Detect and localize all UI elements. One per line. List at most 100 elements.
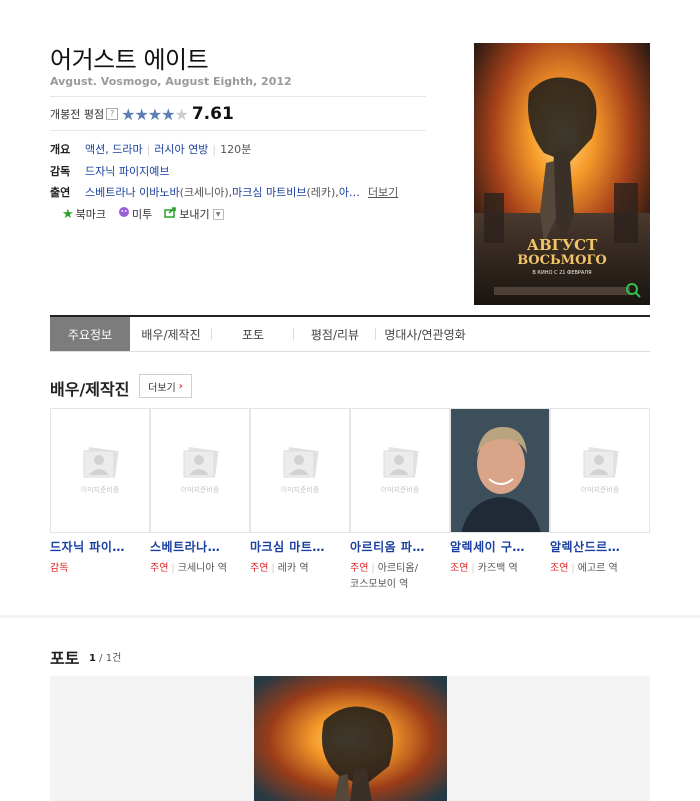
cast-name[interactable]: 알렉세이 구… <box>450 538 550 555</box>
photo-area <box>50 676 650 801</box>
role-type: 주연 <box>250 563 269 574</box>
separator: | <box>146 142 151 156</box>
poster-title-1: АВГУСТ <box>527 236 598 254</box>
cast-card[interactable]: 이미지준비중드자닉 파이… 감독 <box>50 408 150 588</box>
rating-label: 개봉전 평점 <box>50 108 105 121</box>
genre-link[interactable]: 액션, 드라마 <box>85 141 143 157</box>
share-label: 보내기 <box>179 208 210 221</box>
cast-role: 조연 | 카즈백 역 <box>450 563 518 574</box>
info-director-row: 감독 드자닉 파이지예브 <box>50 163 169 179</box>
tab-label: 포토 <box>241 327 265 342</box>
tab-quotes-related[interactable]: 명대사/연관영화 <box>376 317 474 351</box>
separator: | <box>212 142 217 156</box>
rating-stars: ★★★★★ <box>121 104 189 124</box>
bookmark-button[interactable]: ★ 북마크 <box>62 206 106 222</box>
info-cast-row: 출연 스베트라나 이바노바 (크세니아), 마크심 마트비브 (레카), 아… … <box>50 184 398 200</box>
tab-label: 주요정보 <box>67 327 113 342</box>
cast-card[interactable]: 이미지준비중 알렉산드르… 조연 | 에고르 역 <box>550 408 650 588</box>
placeholder-text: 이미지준비중 <box>380 486 420 494</box>
cast-card[interactable]: 이미지준비중스베트라나… 주연 | 크세니아 역 <box>150 408 250 588</box>
cast-name[interactable]: 알렉산드르… <box>550 538 650 555</box>
metoo-label: 미투 <box>132 208 153 221</box>
tab-reviews[interactable]: 평점/리뷰 <box>294 317 376 351</box>
section-divider <box>0 615 700 618</box>
role-type: 조연 <box>450 563 469 574</box>
cast-role: 감독 <box>50 561 150 577</box>
divider <box>50 96 426 97</box>
director-label: 감독 <box>50 165 71 178</box>
photo-thumbnail[interactable] <box>254 676 447 801</box>
tab-label: 배우/제작진 <box>141 327 201 342</box>
share-button[interactable]: 보내기 ▼ <box>164 206 224 222</box>
cast-role: 주연 | 레카 역 <box>250 563 309 574</box>
cast-card[interactable]: 알렉세이 구… 조연 | 카즈백 역 <box>450 408 550 588</box>
rating-help-icon[interactable]: ? <box>106 108 119 120</box>
star-icon: ★ <box>121 104 135 124</box>
metoo-icon <box>118 206 130 222</box>
cast-photo[interactable]: 이미지준비중 <box>550 408 650 533</box>
metoo-button[interactable]: 미투 <box>118 206 152 222</box>
chevron-down-icon[interactable]: ▼ <box>212 208 224 220</box>
director-link[interactable]: 드자닉 파이지예브 <box>85 163 169 179</box>
action-row: ★ 북마크 미투 보내기 ▼ <box>62 206 236 222</box>
role-type: 감독 <box>50 563 69 574</box>
photo-section-heading: 포토 <box>50 649 80 668</box>
placeholder-text: 이미지준비중 <box>280 486 320 494</box>
cast-link-3[interactable]: 아… <box>339 184 360 200</box>
cast-photo[interactable]: 이미지준비중 <box>250 408 350 533</box>
star-icon: ★ <box>134 104 148 124</box>
cast-name[interactable]: 아르티옴 파… <box>350 538 450 555</box>
cast-name[interactable]: 스베트라나… <box>150 538 250 555</box>
role-type: 주연 <box>350 563 369 574</box>
cast-photo[interactable]: 이미지준비중 <box>50 408 150 533</box>
tab-main-info[interactable]: 주요정보 <box>50 317 130 351</box>
overview-label: 개요 <box>50 143 71 156</box>
rating-row: 개봉전 평점 ? ★★★★★ 7.61 <box>50 104 234 124</box>
tab-label: 평점/리뷰 <box>310 327 360 342</box>
role-name-cont: 코스모보이 역 <box>350 579 409 590</box>
role-name: 아르티옴/ <box>377 563 418 574</box>
cast-link-2[interactable]: 마크심 마트비브 <box>232 184 306 200</box>
country-link[interactable]: 러시아 연방 <box>154 141 208 157</box>
divider <box>50 130 426 131</box>
photo-count-current: 1 <box>89 653 96 664</box>
bookmark-label: 북마크 <box>75 208 107 221</box>
star-icon: ★ <box>147 104 162 124</box>
cast-section-heading: 배우/제작진 <box>50 380 130 399</box>
photo-count: 1 / 1건 <box>89 649 121 664</box>
cast-name[interactable]: 마크심 마트… <box>250 538 350 555</box>
chevron-right-icon: › <box>178 380 183 392</box>
cast-label: 출연 <box>50 186 71 199</box>
cast-role-1: (크세니아), <box>179 186 233 199</box>
movie-poster[interactable]: АВГУСТ ВОСЬМОГО В КИНО С 21 ФЕВРАЛЯ <box>474 43 650 305</box>
cast-more-link[interactable]: 더보기 <box>368 184 398 200</box>
movie-title: 어거스트 에이트 <box>50 46 209 74</box>
cast-photo[interactable]: 이미지준비중 <box>150 408 250 533</box>
tab-label: 명대사/연관영화 <box>384 327 466 342</box>
role-name: 에고르 역 <box>577 563 618 574</box>
cast-photo[interactable] <box>450 408 550 533</box>
star-icon: ★ <box>174 104 188 124</box>
star-icon: ★ <box>161 104 175 124</box>
rating-score: 7.61 <box>191 104 234 124</box>
poster-release: В КИНО С 21 ФЕВРАЛЯ <box>532 270 591 276</box>
cast-card[interactable]: 이미지준비중마크심 마트… 주연 | 레카 역 <box>250 408 350 588</box>
movie-original-title: Avgust. Vosmogo, August Eighth, 2012 <box>50 75 292 88</box>
role-name: 카즈백 역 <box>477 563 518 574</box>
cast-card[interactable]: 이미지준비중아르티옴 파… 주연 | 아르티옴/코스모보이 역 <box>350 408 450 590</box>
cast-link-1[interactable]: 스베트라나 이바노바 <box>85 184 180 200</box>
role-name: 레카 역 <box>277 563 309 574</box>
cast-photo[interactable]: 이미지준비중 <box>350 408 450 533</box>
placeholder-text: 이미지준비중 <box>180 486 220 494</box>
tab-cast[interactable]: 배우/제작진 <box>130 317 212 351</box>
tab-photo[interactable]: 포토 <box>212 317 294 351</box>
cast-name[interactable]: 드자닉 파이… <box>50 538 150 555</box>
cast-role-2: (레카), <box>306 186 339 199</box>
photo-count-total: / 1건 <box>99 653 122 664</box>
runtime: 120분 <box>220 143 252 156</box>
cast-more-button[interactable]: 더보기 › <box>139 374 192 398</box>
cast-role: 주연 | 크세니아 역 <box>150 563 227 574</box>
tab-bar: 주요정보 배우/제작진 포토 평점/리뷰 명대사/연관영화 <box>50 315 650 352</box>
cast-role: 주연 | 아르티옴/코스모보이 역 <box>350 563 418 590</box>
info-overview-row: 개요 액션, 드라마 | 러시아 연방 | 120분 <box>50 141 251 157</box>
